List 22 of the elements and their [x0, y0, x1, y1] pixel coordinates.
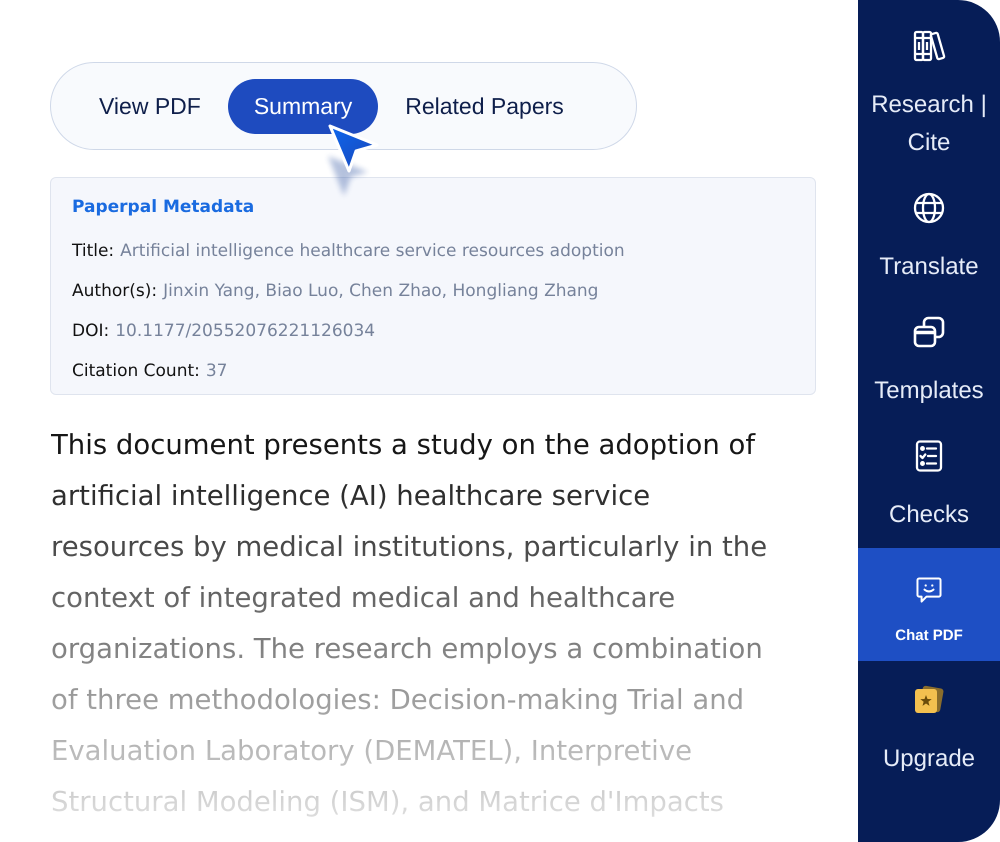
- globe-icon: [912, 190, 946, 224]
- tab[interactable]: Related Papers: [379, 78, 590, 134]
- books-icon: [912, 28, 946, 62]
- sidebar-item[interactable]: Translate: [858, 176, 1000, 300]
- sidebar-item[interactable]: Research | Cite: [858, 14, 1000, 176]
- sidebar-item[interactable]: Templates: [858, 300, 1000, 424]
- metadata-heading: Paperpal Metadata: [72, 196, 254, 219]
- field-value: 37: [206, 361, 228, 381]
- field-label: DOI:: [72, 321, 110, 341]
- field-label: Author(s):: [72, 281, 158, 301]
- field-value: 10.1177/20552076221126034: [115, 321, 376, 341]
- field-label: Citation Count:: [72, 361, 200, 381]
- field-value: Jinxin Yang, Biao Luo, Chen Zhao, Hongliang Zhang: [163, 281, 598, 301]
- sidebar-item[interactable]: Upgrade: [858, 661, 1000, 792]
- sidebar-item[interactable]: Chat PDF: [858, 548, 1000, 661]
- sidebar-item[interactable]: Checks: [858, 424, 1000, 548]
- tab[interactable]: Summary: [228, 78, 378, 134]
- field-value: Artificial intelligence healthcare service resources adoption: [120, 241, 625, 261]
- chat-bubble-icon: [915, 576, 943, 604]
- tab[interactable]: View PDF: [73, 78, 227, 134]
- field-label: Title:: [72, 241, 114, 261]
- windows-icon: [912, 314, 946, 348]
